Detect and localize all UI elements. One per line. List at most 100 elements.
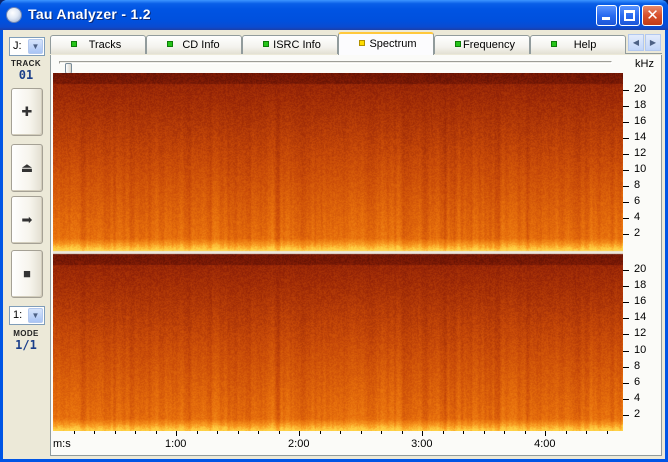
play-button[interactable]: ➡ (11, 196, 43, 244)
frequency-tick (623, 270, 629, 271)
track-caption: TRACK (11, 59, 41, 68)
frequency-tick (623, 318, 629, 320)
time-tick-label: 2:00 (288, 438, 310, 450)
close-icon: ✕ (646, 6, 659, 24)
tab-scroll-right-button[interactable]: ▶ (645, 34, 661, 51)
window-title: Tau Analyzer - 1.2 (28, 6, 151, 22)
time-minor-tick (504, 431, 506, 434)
frequency-tick-label: 14 (634, 130, 647, 143)
time-minor-tick (340, 431, 342, 434)
time-tick (299, 431, 301, 436)
tab-strip: Tracks CD Info ISRC Info Spectrum Freque… (50, 32, 662, 55)
time-minor-tick (278, 431, 280, 434)
add-button[interactable]: ✚ (11, 88, 43, 136)
time-minor-tick (217, 431, 219, 434)
frequency-tick (623, 302, 629, 304)
chevron-down-icon[interactable]: ▼ (28, 39, 43, 54)
tab-frequency[interactable]: Frequency (434, 35, 530, 54)
plus-icon: ✚ (21, 104, 33, 119)
frequency-tick (623, 286, 629, 288)
frequency-tick-label: 8 (634, 359, 641, 372)
tab-label: ISRC Info (273, 39, 321, 51)
frequency-tick (623, 234, 629, 236)
frequency-tick (623, 398, 629, 400)
tab-label: Tracks (88, 39, 122, 51)
frequency-tick-label: 20 (634, 82, 647, 95)
frequency-tick (623, 170, 629, 171)
time-minor-tick (94, 431, 95, 434)
eject-icon: ⏏ (20, 160, 34, 175)
frequency-tick-label: 8 (634, 179, 641, 192)
title-bar[interactable]: Tau Analyzer - 1.2 ✕ (0, 0, 668, 30)
arrow-right-icon: ➡ (21, 212, 33, 227)
time-minor-tick (483, 431, 485, 434)
time-minor-tick (524, 431, 526, 434)
frequency-tick (623, 89, 629, 91)
frequency-tick (623, 186, 629, 188)
minimize-icon (602, 17, 610, 20)
mode-select[interactable]: 1: ▼ (9, 306, 45, 325)
frequency-tick-label: 4 (634, 211, 641, 224)
frequency-tick-label: 2 (634, 227, 641, 240)
frequency-tick-label: 14 (634, 311, 647, 324)
chevron-left-icon: ◀ (632, 38, 640, 47)
frequency-tick (623, 382, 629, 384)
time-minor-tick (258, 431, 260, 434)
time-minor-tick (73, 431, 75, 434)
time-minor-tick (442, 431, 444, 434)
app-icon (6, 7, 22, 23)
frequency-tick (623, 105, 629, 107)
time-tick (422, 431, 424, 436)
frequency-tick (623, 153, 629, 155)
frequency-tick (623, 334, 629, 336)
drive-select-value: J: (13, 40, 22, 52)
frequency-tick-label: 12 (634, 327, 647, 340)
tab-spectrum[interactable]: Spectrum (338, 32, 434, 55)
frequency-tick (623, 350, 629, 352)
stop-button[interactable]: ■ (11, 250, 43, 298)
tab-label: Help (573, 39, 597, 51)
left-toolbar: J: ▼ TRACK 01 ✚ ⏏ ➡ ■ 1: ▼ MODE 1/1 (6, 32, 46, 456)
tab-isrc-info[interactable]: ISRC Info (242, 35, 338, 54)
tab-cd-info[interactable]: CD Info (146, 35, 242, 54)
chevron-down-icon[interactable]: ▼ (28, 308, 43, 323)
frequency-tick (623, 366, 629, 368)
close-button[interactable]: ✕ (642, 5, 663, 26)
stop-icon: ■ (23, 266, 31, 281)
time-minor-tick (381, 431, 383, 434)
time-axis: m:s 1:00 2:00 3:00 4:00 (53, 431, 623, 453)
time-minor-tick (586, 431, 588, 434)
track-number: 01 (18, 68, 34, 82)
eject-button[interactable]: ⏏ (11, 144, 43, 192)
time-minor-tick (565, 431, 567, 434)
chevron-right-icon: ▶ (649, 38, 657, 47)
tab-label: CD Info (182, 39, 220, 51)
time-minor-tick (196, 431, 198, 434)
frequency-tick-label: 18 (634, 98, 647, 111)
frequency-tick (623, 218, 629, 220)
mode-value: 1/1 (15, 338, 37, 352)
spectrogram-canvas[interactable] (53, 73, 623, 431)
mode-select-value: 1: (13, 309, 23, 321)
time-minor-tick (606, 431, 608, 434)
frequency-tick-label: 20 (634, 263, 647, 275)
tab-label: Frequency (463, 39, 515, 51)
drive-select[interactable]: J: ▼ (9, 37, 45, 56)
tab-tracks[interactable]: Tracks (50, 35, 146, 54)
frequency-tick-label: 6 (634, 375, 641, 388)
minimize-button[interactable] (596, 5, 617, 26)
frequency-tick-label: 10 (634, 343, 647, 356)
time-minor-tick (319, 431, 321, 434)
tab-help[interactable]: Help (530, 35, 626, 54)
tab-scroll-left-button[interactable]: ◀ (628, 34, 644, 51)
frequency-tick-label: 18 (634, 279, 647, 292)
time-tick-label: 1:00 (165, 438, 187, 450)
time-minor-tick (463, 431, 465, 434)
seek-slider-track[interactable] (59, 61, 612, 75)
maximize-button[interactable] (619, 5, 640, 26)
time-minor-tick (114, 431, 116, 434)
time-minor-tick (135, 431, 136, 434)
time-minor-tick (155, 431, 157, 434)
time-tick (176, 431, 178, 436)
frequency-tick (623, 121, 629, 123)
